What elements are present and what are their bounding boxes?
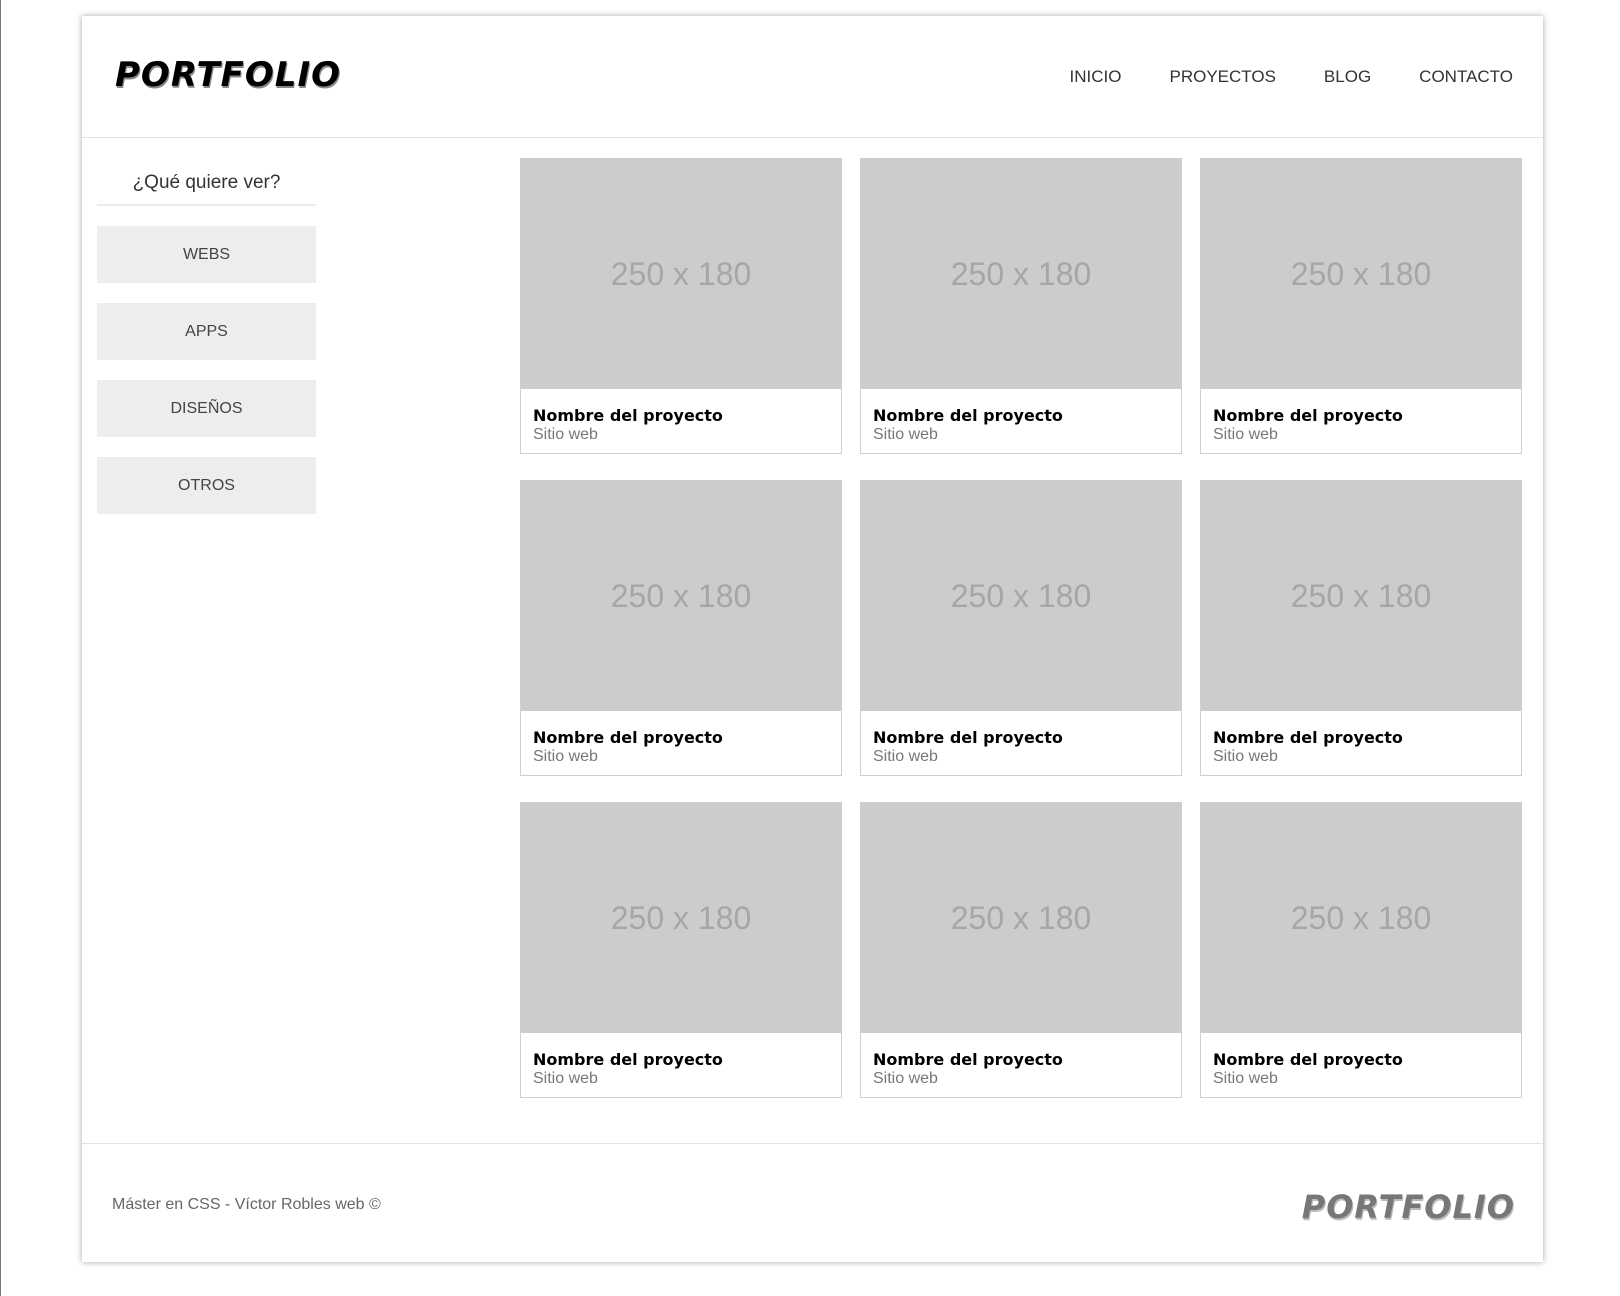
site-logo[interactable]: PORTFOLIO bbox=[115, 58, 341, 92]
project-info: Nombre del proyecto Sitio web bbox=[1201, 1033, 1521, 1088]
nav-contacto[interactable]: CONTACTO bbox=[1419, 68, 1513, 85]
filter-otros-button[interactable]: OTROS bbox=[97, 457, 316, 514]
project-card[interactable]: 250 x 180 Nombre del proyecto Sitio web bbox=[520, 480, 842, 776]
project-card[interactable]: 250 x 180 Nombre del proyecto Sitio web bbox=[1200, 802, 1522, 1098]
project-card[interactable]: 250 x 180 Nombre del proyecto Sitio web bbox=[1200, 158, 1522, 454]
site-header: PORTFOLIO INICIO PROYECTOS BLOG CONTACTO bbox=[82, 16, 1543, 138]
project-category: Sitio web bbox=[533, 1070, 598, 1087]
project-category: Sitio web bbox=[533, 426, 598, 443]
footer-credit: Máster en CSS - Víctor Robles web © bbox=[112, 1196, 381, 1213]
project-grid: 250 x 180 Nombre del proyecto Sitio web … bbox=[520, 158, 1522, 1098]
filter-webs-button[interactable]: WEBS bbox=[97, 226, 316, 283]
project-thumbnail: 250 x 180 bbox=[1201, 481, 1521, 711]
project-title: Nombre del proyecto bbox=[873, 1050, 1063, 1069]
site-footer: Máster en CSS - Víctor Robles web © PORT… bbox=[82, 1143, 1543, 1263]
project-card[interactable]: 250 x 180 Nombre del proyecto Sitio web bbox=[860, 158, 1182, 454]
nav-inicio[interactable]: INICIO bbox=[1070, 68, 1122, 85]
filter-apps-button[interactable]: APPS bbox=[97, 303, 316, 360]
project-info: Nombre del proyecto Sitio web bbox=[861, 389, 1181, 444]
project-title: Nombre del proyecto bbox=[533, 728, 723, 747]
project-thumbnail: 250 x 180 bbox=[1201, 803, 1521, 1033]
project-info: Nombre del proyecto Sitio web bbox=[1201, 389, 1521, 444]
project-card[interactable]: 250 x 180 Nombre del proyecto Sitio web bbox=[860, 480, 1182, 776]
project-category: Sitio web bbox=[873, 748, 938, 765]
project-category: Sitio web bbox=[533, 748, 598, 765]
project-title: Nombre del proyecto bbox=[1213, 1050, 1403, 1069]
project-category: Sitio web bbox=[1213, 426, 1278, 443]
project-category: Sitio web bbox=[873, 426, 938, 443]
project-info: Nombre del proyecto Sitio web bbox=[521, 711, 841, 766]
project-title: Nombre del proyecto bbox=[533, 1050, 723, 1069]
project-info: Nombre del proyecto Sitio web bbox=[521, 389, 841, 444]
project-title: Nombre del proyecto bbox=[1213, 406, 1403, 425]
footer-logo: PORTFOLIO bbox=[1301, 1188, 1515, 1226]
window-edge bbox=[0, 0, 1, 1296]
project-info: Nombre del proyecto Sitio web bbox=[521, 1033, 841, 1088]
project-title: Nombre del proyecto bbox=[873, 406, 1063, 425]
filter-disenos-button[interactable]: DISEÑOS bbox=[97, 380, 316, 437]
project-thumbnail: 250 x 180 bbox=[1201, 159, 1521, 389]
sidebar-title: ¿Qué quiere ver? bbox=[97, 171, 316, 206]
project-thumbnail: 250 x 180 bbox=[521, 481, 841, 711]
project-card[interactable]: 250 x 180 Nombre del proyecto Sitio web bbox=[520, 158, 842, 454]
project-thumbnail: 250 x 180 bbox=[521, 803, 841, 1033]
main-nav: INICIO PROYECTOS BLOG CONTACTO bbox=[1022, 68, 1513, 85]
project-title: Nombre del proyecto bbox=[1213, 728, 1403, 747]
project-card[interactable]: 250 x 180 Nombre del proyecto Sitio web bbox=[1200, 480, 1522, 776]
project-title: Nombre del proyecto bbox=[873, 728, 1063, 747]
project-thumbnail: 250 x 180 bbox=[861, 481, 1181, 711]
project-thumbnail: 250 x 180 bbox=[521, 159, 841, 389]
project-category: Sitio web bbox=[1213, 748, 1278, 765]
project-title: Nombre del proyecto bbox=[533, 406, 723, 425]
nav-proyectos[interactable]: PROYECTOS bbox=[1169, 68, 1275, 85]
project-thumbnail: 250 x 180 bbox=[861, 803, 1181, 1033]
project-info: Nombre del proyecto Sitio web bbox=[861, 1033, 1181, 1088]
project-info: Nombre del proyecto Sitio web bbox=[1201, 711, 1521, 766]
nav-blog[interactable]: BLOG bbox=[1324, 68, 1371, 85]
page-container: PORTFOLIO INICIO PROYECTOS BLOG CONTACTO… bbox=[82, 16, 1543, 1262]
project-thumbnail: 250 x 180 bbox=[861, 159, 1181, 389]
project-card[interactable]: 250 x 180 Nombre del proyecto Sitio web bbox=[520, 802, 842, 1098]
project-category: Sitio web bbox=[873, 1070, 938, 1087]
filter-sidebar: ¿Qué quiere ver? WEBS APPS DISEÑOS OTROS bbox=[97, 171, 316, 514]
project-category: Sitio web bbox=[1213, 1070, 1278, 1087]
project-info: Nombre del proyecto Sitio web bbox=[861, 711, 1181, 766]
project-card[interactable]: 250 x 180 Nombre del proyecto Sitio web bbox=[860, 802, 1182, 1098]
